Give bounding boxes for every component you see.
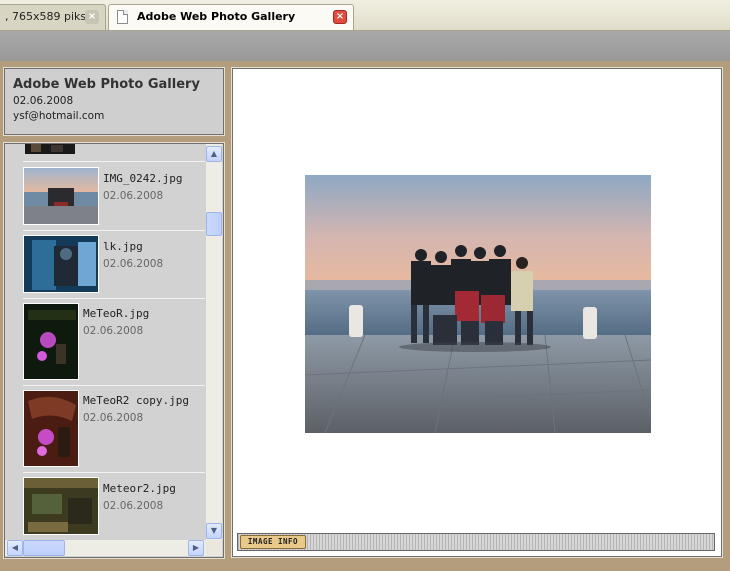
image-viewer: www.dijitalders.com IMAGE INFO [231,67,723,558]
thumbnail-name[interactable]: Meteor2.jpg [103,482,176,495]
thumbnail-name[interactable]: IMG_0242.jpg [103,172,182,185]
scroll-thumb[interactable] [206,212,222,236]
tab-image[interactable]: , 765x589 piks... × [0,4,106,30]
thumbnail-image[interactable] [23,235,99,293]
header-band [0,31,730,61]
thumbnail-list: IMG_0242.jpg 02.06.2008 lk.jpg 02.06.200… [5,144,206,540]
thumbnail-date: 02.06.2008 [103,190,164,202]
scroll-thumb[interactable] [23,540,65,556]
thumbnail-date: 02.06.2008 [103,258,164,270]
tab-label: , 765x589 piks... [5,10,97,23]
chevron-down-icon[interactable]: ▼ [206,523,222,539]
vertical-scrollbar[interactable]: ▲ ▼ [206,144,222,540]
list-item[interactable]: lk.jpg 02.06.2008 [23,231,205,299]
gallery-date: 02.06.2008 [13,95,74,107]
thumbnail-name[interactable]: MeTeoR.jpg [83,307,149,320]
scroll-corner [206,540,222,556]
chevron-right-icon[interactable]: ▶ [188,540,204,556]
image-info-button[interactable]: IMAGE INFO [240,535,306,549]
tab-bar: , 765x589 piks... × Adobe Web Photo Gall… [0,0,730,31]
thumbnail-image[interactable] [23,477,99,535]
thumbnail-image[interactable] [23,390,79,467]
list-item[interactable]: MeTeoR2 copy.jpg 02.06.2008 [23,386,205,473]
thumbnail-name[interactable]: lk.jpg [103,240,143,253]
thumbnail-name[interactable]: MeTeoR2 copy.jpg [83,394,189,407]
chevron-up-icon[interactable]: ▲ [206,146,222,162]
thumbnail-image[interactable] [25,144,75,154]
close-icon[interactable]: × [85,10,99,24]
tab-label: Adobe Web Photo Gallery [137,10,296,23]
thumbnail-panel: IMG_0242.jpg 02.06.2008 lk.jpg 02.06.200… [3,142,225,559]
list-item[interactable] [23,144,205,162]
chevron-left-icon[interactable]: ◀ [7,540,23,556]
list-item[interactable]: IMG_0242.jpg 02.06.2008 [23,163,205,231]
main-photo[interactable] [305,175,651,433]
thumbnail-date: 02.06.2008 [83,412,144,424]
gallery-email: ysf@hotmail.com [13,110,105,122]
thumbnail-image[interactable] [23,303,79,380]
list-item[interactable]: Meteor2.jpg 02.06.2008 [23,473,205,540]
page-icon [117,10,128,24]
watermark: www.dijitalders.com [423,477,654,499]
horizontal-scrollbar[interactable]: ◀ ▶ [5,540,206,556]
thumbnail-date: 02.06.2008 [103,500,164,512]
thumbnail-image[interactable] [23,167,99,225]
tab-gallery[interactable]: Adobe Web Photo Gallery × [108,4,354,30]
close-icon[interactable]: × [333,10,347,24]
image-info-bar: IMAGE INFO [237,533,715,551]
gallery-title: Adobe Web Photo Gallery [13,77,200,92]
gallery-info: Adobe Web Photo Gallery 02.06.2008 ysf@h… [3,67,225,136]
list-item[interactable]: MeTeoR.jpg 02.06.2008 [23,299,205,386]
thumbnail-date: 02.06.2008 [83,325,144,337]
